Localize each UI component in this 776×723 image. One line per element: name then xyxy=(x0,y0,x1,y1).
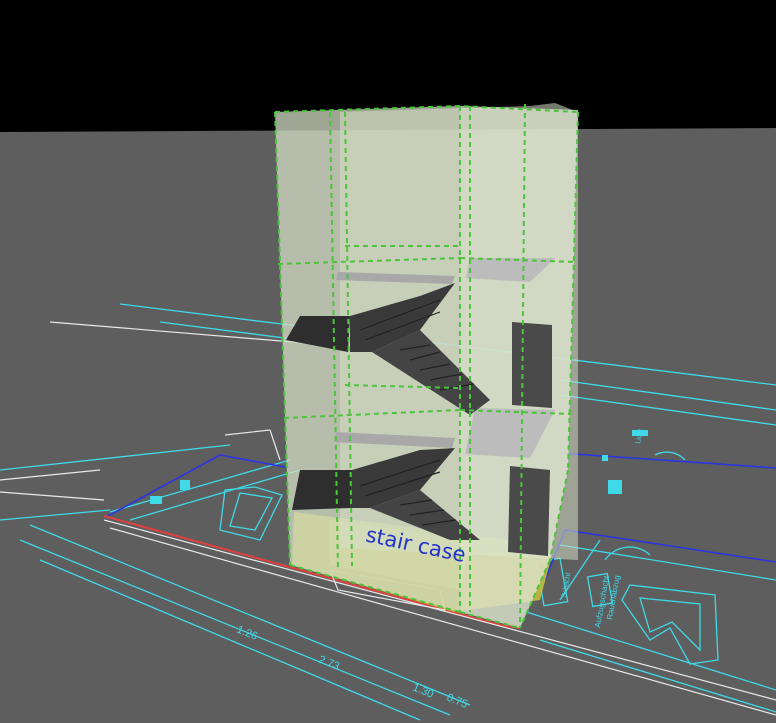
scene-canvas[interactable]: stair case 1.26 2.73 1.30 0.75 Aufzugsch… xyxy=(0,0,776,723)
shaft-door-lower xyxy=(508,466,550,556)
shaft-door-upper xyxy=(512,322,552,408)
3d-viewport[interactable]: stair case 1.26 2.73 1.30 0.75 Aufzugsch… xyxy=(0,0,776,723)
